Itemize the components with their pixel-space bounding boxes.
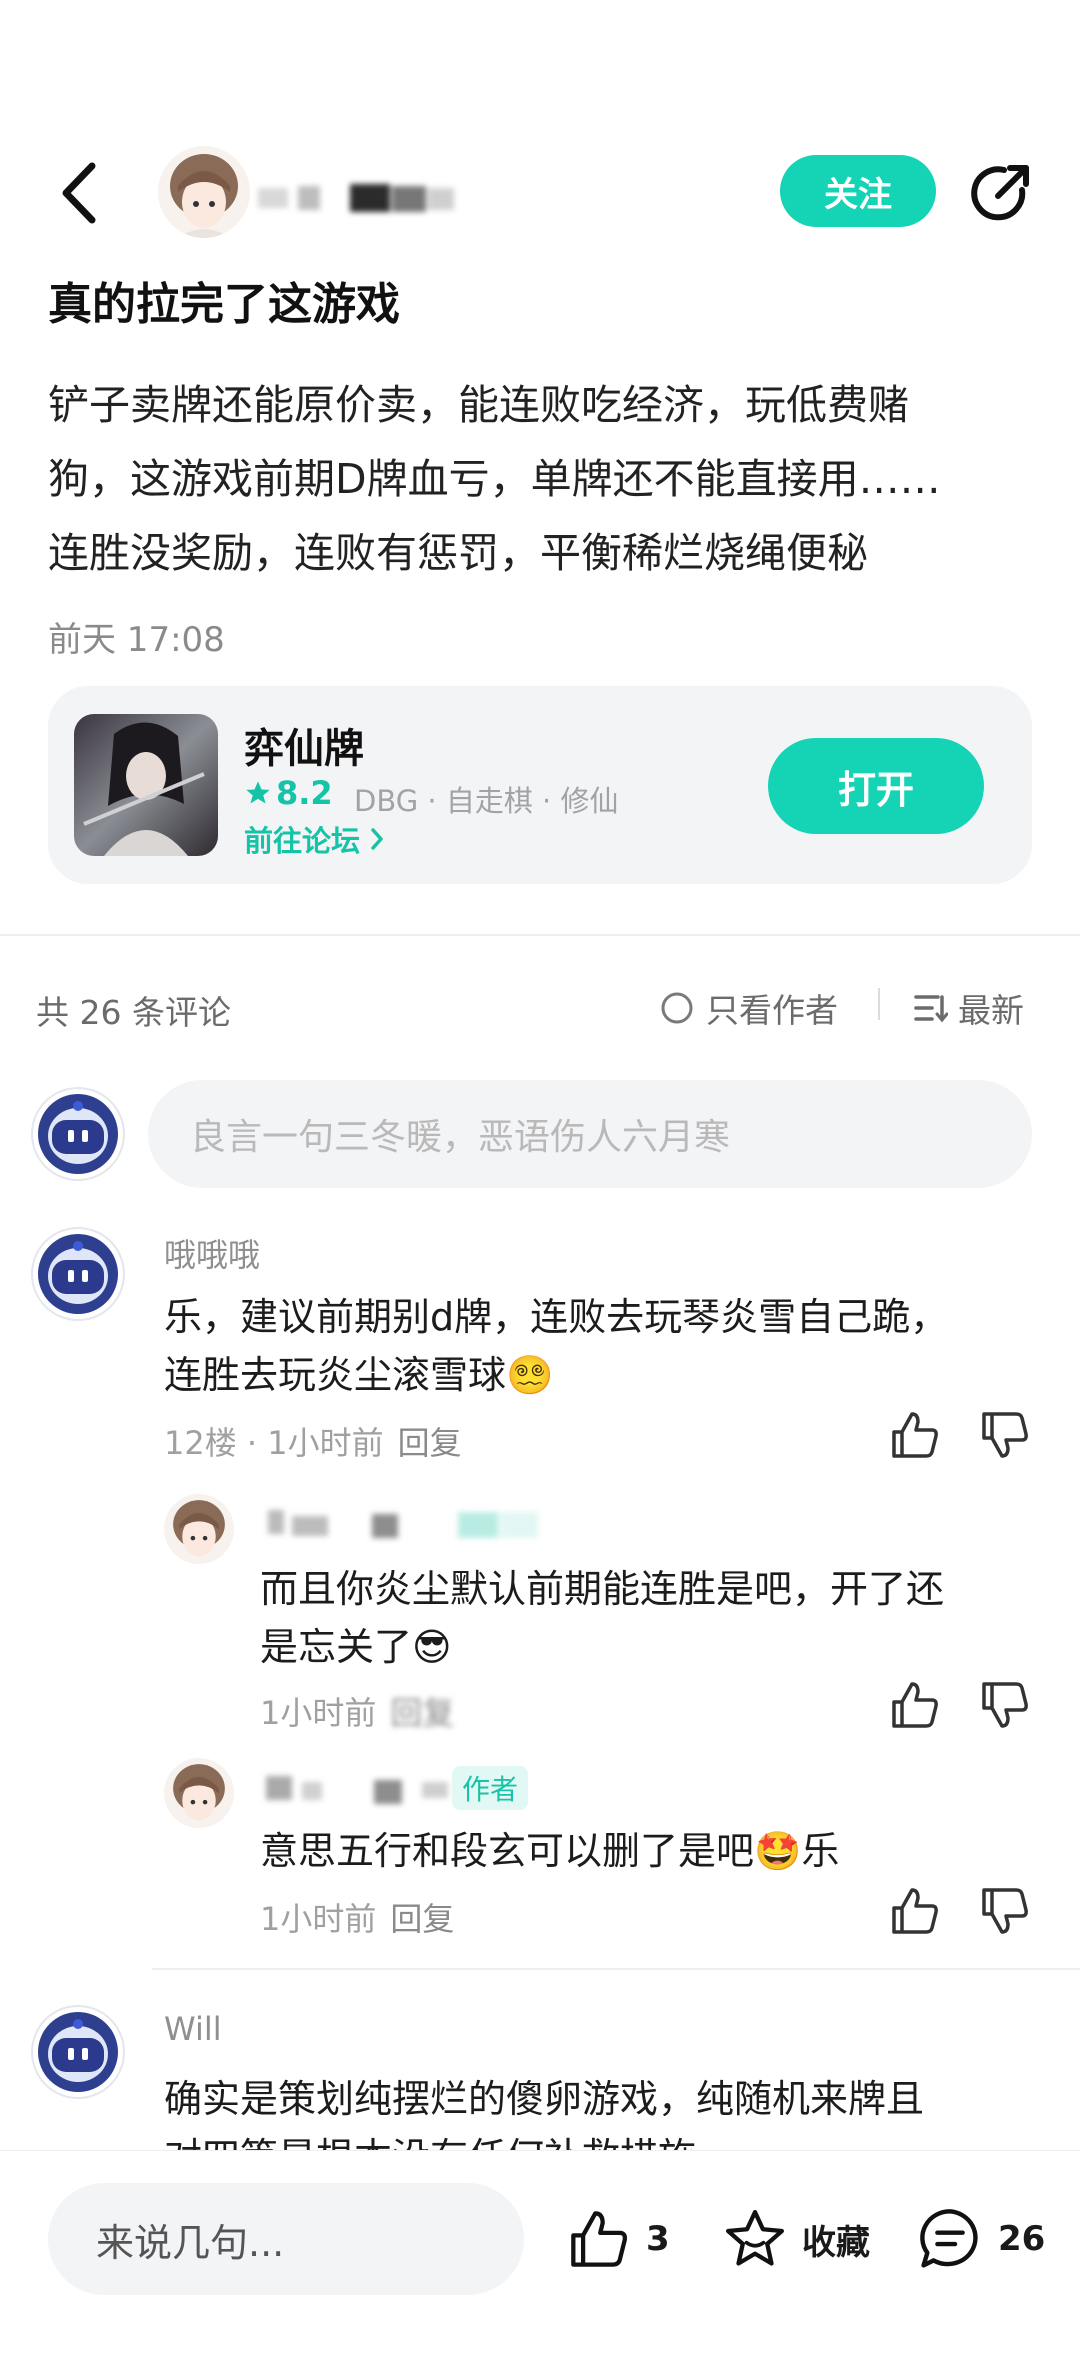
- star-icon: [246, 781, 270, 804]
- game-cover-image: [74, 714, 218, 856]
- sort-label: 最新: [958, 991, 1024, 1030]
- reply-username-redacted: [262, 1770, 452, 1806]
- reply-text-line: 是忘关了😎: [260, 1625, 452, 1669]
- header-separator: [878, 988, 880, 1020]
- comment-text-line: 连胜去玩炎尘滚雪球😵‍💫: [164, 1353, 554, 1397]
- post-body-line: 连胜没奖励，连败有惩罚，平衡稀烂烧绳便秘: [48, 529, 868, 577]
- reply-input[interactable]: 来说几句...: [48, 2183, 524, 2295]
- comment-floor-time: 12楼 · 1小时前: [164, 1424, 384, 1462]
- comment-count: 共 26 条评论: [36, 993, 231, 1032]
- like-button[interactable]: [888, 1408, 942, 1462]
- comment-count-badge: 26: [998, 2219, 1046, 2259]
- reply-link[interactable]: 回复: [390, 1694, 454, 1732]
- like-button[interactable]: [888, 1884, 942, 1938]
- post-body-line: 铲子卖牌还能原价卖，能连败吃经济，玩低费赌: [48, 381, 909, 429]
- post-body-line: 狗，这游戏前期D牌血亏，单牌还不能直接用……: [48, 455, 941, 503]
- author-tag: 作者: [452, 1766, 529, 1810]
- game-rating: 8.2: [244, 774, 333, 812]
- bottom-action-bar: 来说几句... 3 收藏 26: [0, 2150, 1080, 2376]
- like-count: 3: [646, 2219, 670, 2259]
- sort-icon: [914, 995, 948, 1023]
- comment-avatar[interactable]: [30, 2004, 126, 2100]
- open-game-button[interactable]: 打开: [768, 738, 984, 834]
- thumb-up-icon: [892, 1682, 938, 1728]
- comment-text-line: 乐，建议前期别d牌，连败去玩琴炎雪自己跪，: [164, 1295, 949, 1339]
- comment-divider: [152, 1968, 1080, 1970]
- reply-time: 1小时前: [260, 1900, 377, 1938]
- author-only-toggle[interactable]: 只看作者: [660, 984, 838, 1032]
- reply-text: 而且你炎尘默认前期能连胜是吧，开了还 是忘关了😎: [260, 1560, 944, 1676]
- reply-text: 意思五行和段玄可以删了是吧🤩乐: [260, 1822, 839, 1880]
- reply-meta: 1小时前 回复: [260, 1688, 454, 1734]
- favorite-star-icon: [725, 2209, 785, 2266]
- dislike-button[interactable]: [978, 1678, 1032, 1732]
- back-arrow-icon: [62, 162, 96, 224]
- comment-input[interactable]: 良言一句三冬暖，恶语伤人六月寒: [148, 1080, 1032, 1188]
- reply-avatar[interactable]: [164, 1494, 234, 1564]
- comment-text-line: 确实是策划纯摆烂的傻卵游戏，纯随机来牌且: [164, 2077, 925, 2121]
- favorite-button[interactable]: 收藏: [722, 2201, 870, 2277]
- follow-button[interactable]: 关注: [780, 155, 936, 227]
- game-name: 弈仙牌: [244, 726, 364, 772]
- reply-time: 1小时前: [260, 1694, 377, 1732]
- author-name-redacted: [258, 182, 458, 214]
- favorite-label: 收藏: [802, 2222, 870, 2263]
- comment-username[interactable]: 哦哦哦: [164, 1230, 260, 1276]
- comment-username[interactable]: Will: [164, 2010, 222, 2048]
- game-rating-value: 8.2: [276, 774, 333, 812]
- thumb-up-icon: [571, 2211, 627, 2267]
- section-divider: [0, 934, 1080, 936]
- circle-icon: [661, 992, 693, 1024]
- reply-link[interactable]: 回复: [390, 1900, 454, 1938]
- reply-username-redacted: [262, 1506, 542, 1542]
- dislike-button[interactable]: [978, 1884, 1032, 1938]
- back-button[interactable]: [52, 158, 112, 228]
- thumb-down-icon: [982, 1888, 1028, 1934]
- like-button[interactable]: [888, 1678, 942, 1732]
- reply-link[interactable]: 回复: [398, 1424, 462, 1462]
- reply-text-line: 意思五行和段玄可以删了是吧🤩乐: [260, 1829, 840, 1873]
- thumb-up-icon: [892, 1412, 938, 1458]
- post-body: 铲子卖牌还能原价卖，能连败吃经济，玩低费赌 狗，这游戏前期D牌血亏，单牌还不能直…: [48, 368, 1038, 590]
- comment-input-placeholder: 良言一句三冬暖，恶语伤人六月寒: [190, 1117, 731, 1158]
- share-icon: [971, 165, 1029, 221]
- thumb-up-icon: [892, 1888, 938, 1934]
- thumb-down-icon: [982, 1412, 1028, 1458]
- dislike-button[interactable]: [978, 1408, 1032, 1462]
- comment-text: 乐，建议前期别d牌，连败去玩琴炎雪自己跪， 连胜去玩炎尘滚雪球😵‍💫: [164, 1288, 948, 1404]
- chevron-right-icon: [371, 828, 383, 850]
- game-tags: DBG · 自走棋 · 修仙: [354, 784, 619, 818]
- post-title: 真的拉完了这游戏: [48, 279, 400, 330]
- comment-meta: 12楼 · 1小时前 回复: [164, 1418, 462, 1464]
- post-time: 前天 17:08: [48, 620, 225, 660]
- forum-link-label: 前往论坛: [244, 824, 361, 858]
- comment-avatar[interactable]: [30, 1226, 126, 1322]
- share-button[interactable]: [968, 160, 1034, 226]
- author-only-label: 只看作者: [706, 991, 838, 1030]
- author-avatar[interactable]: [158, 146, 250, 238]
- forum-link[interactable]: 前往论坛: [244, 818, 386, 860]
- comment-bubble-icon: [920, 2209, 978, 2268]
- thumb-down-icon: [982, 1682, 1028, 1728]
- reply-input-placeholder: 来说几句...: [96, 2220, 285, 2265]
- reply-text-line: 而且你炎尘默认前期能连胜是吧，开了还: [260, 1567, 945, 1611]
- comments-button[interactable]: 26: [916, 2201, 1045, 2277]
- reply-meta: 1小时前 回复: [260, 1894, 454, 1940]
- game-card[interactable]: 弈仙牌 8.2 DBG · 自走棋 · 修仙 前往论坛 打开: [48, 686, 1032, 884]
- post-like-button[interactable]: 3: [566, 2201, 670, 2277]
- sort-button[interactable]: 最新: [914, 984, 1024, 1032]
- my-avatar: [30, 1086, 126, 1182]
- reply-avatar[interactable]: [164, 1758, 234, 1828]
